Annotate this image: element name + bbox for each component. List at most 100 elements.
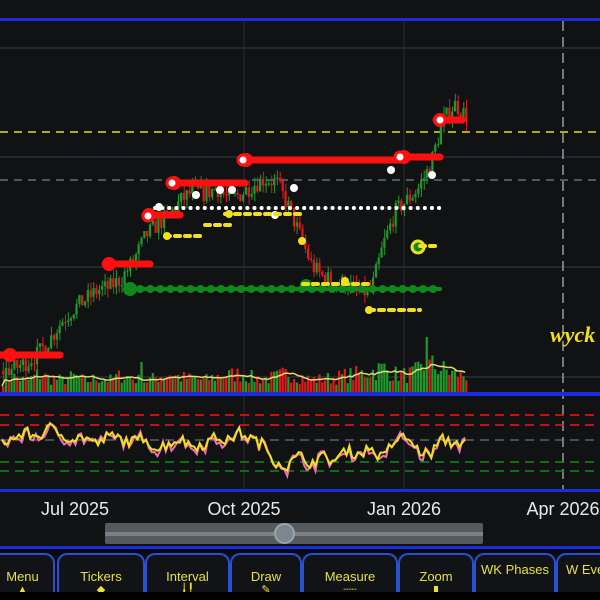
draw-button[interactable]: Draw ✎ bbox=[230, 553, 302, 597]
volume-bar bbox=[439, 370, 442, 392]
candle-body bbox=[100, 286, 104, 290]
trading-app: wyck Jul 2025 Oct 2025 Jan 2026 Apr 2026… bbox=[0, 0, 600, 600]
volume-bar bbox=[55, 379, 58, 392]
candle-body bbox=[425, 169, 428, 179]
volume-bar bbox=[304, 381, 307, 392]
volume-bar bbox=[236, 368, 239, 392]
candle-body bbox=[270, 183, 273, 186]
candle-body bbox=[61, 321, 64, 326]
candle-body bbox=[388, 223, 392, 231]
volume-bar bbox=[456, 377, 459, 392]
candle-body bbox=[148, 224, 152, 237]
volume-bar bbox=[244, 381, 248, 392]
candle-body bbox=[315, 262, 318, 273]
volume-bar bbox=[338, 370, 341, 392]
volume-bar bbox=[323, 380, 327, 392]
candle-body bbox=[284, 191, 287, 207]
candle-body bbox=[261, 178, 265, 186]
volume-bar bbox=[103, 379, 106, 392]
measure-button[interactable]: Measure ┈┈ bbox=[302, 553, 398, 597]
volume-bar bbox=[123, 379, 126, 392]
tickers-button[interactable]: Tickers ◆ bbox=[57, 553, 145, 597]
volume-bar bbox=[2, 385, 5, 392]
candle-body bbox=[434, 144, 437, 152]
candle-body bbox=[391, 223, 394, 227]
candle-body bbox=[405, 194, 409, 204]
candle-body bbox=[114, 278, 118, 288]
button-label: Interval bbox=[166, 569, 209, 584]
volume-bar bbox=[143, 382, 146, 392]
candle-body bbox=[185, 190, 188, 200]
resistance-marker bbox=[141, 209, 155, 223]
x-axis-label: Oct 2025 bbox=[207, 499, 281, 519]
slider-thumb[interactable] bbox=[274, 523, 295, 544]
candle-body bbox=[27, 366, 30, 372]
candle-body bbox=[179, 192, 183, 202]
candle-body bbox=[397, 200, 400, 203]
bottom-bar bbox=[0, 592, 600, 600]
volume-bar bbox=[321, 382, 324, 392]
volume-bar bbox=[428, 359, 431, 392]
candle-body bbox=[213, 189, 217, 191]
candle-body bbox=[137, 244, 140, 255]
volume-bar bbox=[219, 378, 222, 392]
volume-bar bbox=[422, 370, 426, 392]
volume-bar bbox=[41, 377, 44, 392]
time-range-slider[interactable] bbox=[105, 523, 483, 544]
interval-button[interactable]: Interval ╽╿ bbox=[145, 553, 230, 597]
panel-divider bbox=[0, 392, 600, 396]
wk-phases-button[interactable]: WK Phases bbox=[474, 553, 556, 597]
candle-body bbox=[72, 314, 75, 319]
volume-bar bbox=[13, 373, 16, 392]
volume-bar bbox=[425, 337, 428, 392]
candle-body bbox=[81, 295, 84, 306]
volume-bar bbox=[261, 379, 265, 392]
candle-body bbox=[329, 272, 332, 283]
volume-bar bbox=[357, 372, 361, 392]
candle-body bbox=[75, 303, 78, 315]
resistance-marker bbox=[393, 150, 407, 164]
candle-body bbox=[400, 200, 403, 212]
volume-bar bbox=[329, 383, 332, 392]
volume-bar bbox=[227, 370, 231, 392]
button-label: Zoom bbox=[419, 569, 453, 584]
volume-bar bbox=[335, 384, 338, 392]
volume-bar bbox=[75, 375, 78, 392]
volume-bar bbox=[35, 369, 39, 392]
volume-bar bbox=[295, 382, 298, 392]
volume-bar bbox=[191, 376, 194, 392]
volume-bar bbox=[391, 380, 394, 392]
volume-bar bbox=[343, 368, 346, 392]
candle-body bbox=[38, 343, 41, 347]
volume-bar bbox=[89, 381, 92, 392]
volume-bar bbox=[388, 381, 392, 392]
candle-body bbox=[123, 271, 126, 286]
volume-bar bbox=[117, 370, 121, 392]
volume-bar bbox=[281, 367, 284, 392]
button-label: Draw bbox=[250, 569, 282, 584]
watermark-text: wyck bbox=[550, 322, 596, 347]
volume-bar bbox=[185, 378, 188, 392]
candle-body bbox=[453, 100, 457, 112]
volume-bar bbox=[146, 382, 149, 392]
volume-bar bbox=[157, 381, 160, 392]
volume-bar bbox=[95, 380, 98, 392]
zoom-button[interactable]: Zoom ▮ bbox=[398, 553, 474, 597]
candle-body bbox=[92, 288, 95, 297]
swing-marker bbox=[387, 166, 395, 174]
candle-body bbox=[321, 271, 324, 276]
yellow-marker bbox=[225, 210, 233, 218]
price-chart[interactable] bbox=[0, 0, 600, 520]
volume-bar bbox=[61, 376, 64, 392]
candle-body bbox=[69, 318, 73, 321]
volume-bar bbox=[453, 369, 457, 392]
volume-bar bbox=[397, 380, 400, 392]
candle-body bbox=[86, 290, 89, 302]
candle-body bbox=[250, 193, 253, 197]
menu-button[interactable]: Menu ▲ bbox=[0, 553, 55, 597]
volume-bar bbox=[400, 371, 403, 392]
candle-body bbox=[411, 197, 414, 201]
volume-bar bbox=[109, 374, 112, 392]
candle-body bbox=[242, 194, 245, 201]
wk-events-button[interactable]: W Eve bbox=[556, 553, 600, 597]
